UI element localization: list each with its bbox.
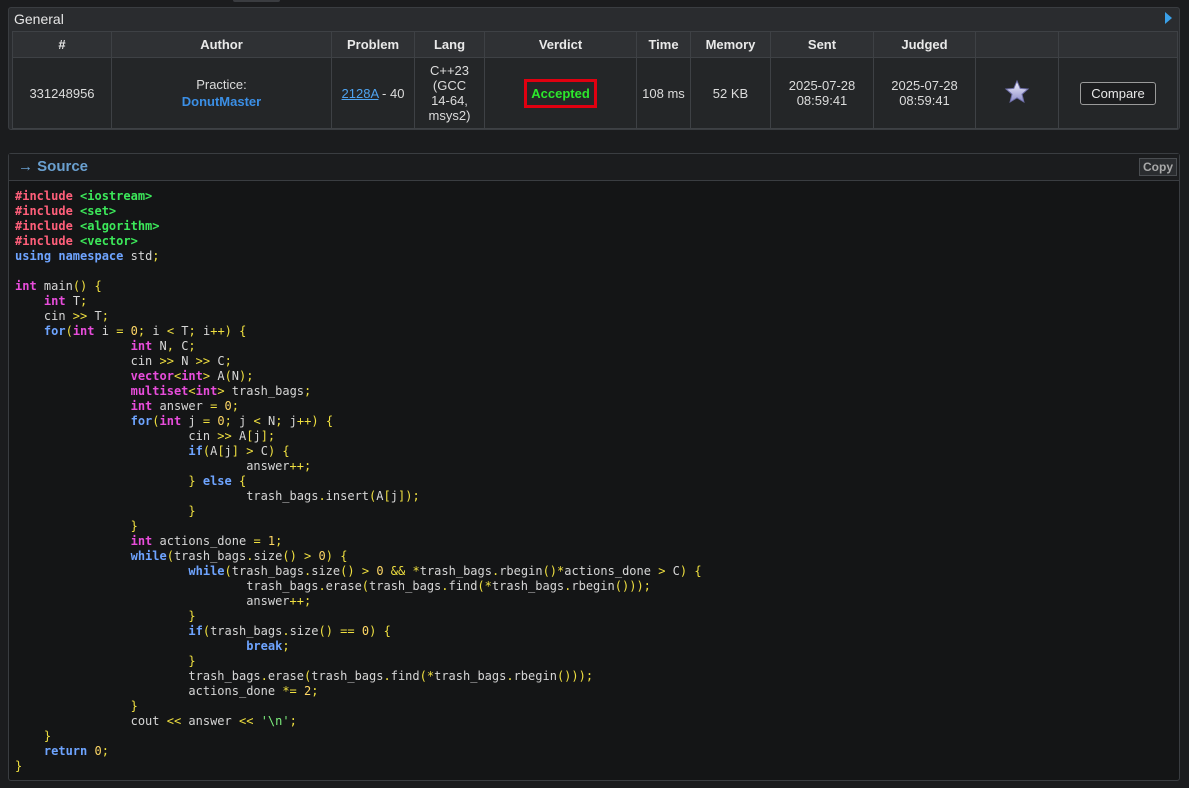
judged-date: 2025-07-28 [891, 78, 958, 93]
memory-cell: 52 KB [690, 57, 771, 129]
col-compare [1058, 31, 1178, 58]
col-verdict: Verdict [484, 31, 637, 58]
sent-date: 2025-07-28 [788, 78, 856, 93]
lang-line: (GCC [432, 78, 467, 93]
star-icon[interactable] [1004, 79, 1030, 105]
col-judged: Judged [873, 31, 976, 58]
copy-button[interactable]: Copy [1139, 158, 1177, 176]
submission-table: # Author Problem Lang Verdict Time Memor… [12, 31, 1178, 129]
problem-suffix: - 40 [378, 85, 405, 101]
verdict-badge: Accepted [524, 78, 597, 108]
judged-time: 08:59:41 [899, 93, 950, 108]
author-cell: Practice: DonutMaster [111, 57, 332, 129]
general-title: General [14, 11, 64, 27]
col-favorite [975, 31, 1059, 58]
lang-line: 14-64, [431, 93, 468, 108]
col-problem: Problem [331, 31, 415, 58]
top-tab-indicator [233, 0, 280, 2]
compare-button[interactable]: Compare [1080, 81, 1156, 105]
source-title[interactable]: → Source [18, 158, 88, 175]
source-panel: → Source Copy #include <iostream> #inclu… [8, 153, 1180, 781]
source-header: → Source Copy [9, 154, 1179, 181]
problem-link[interactable]: 2128A [342, 86, 379, 101]
col-lang: Lang [414, 31, 485, 58]
compare-cell: Compare [1058, 57, 1178, 129]
col-sent: Sent [770, 31, 874, 58]
sent-cell: 2025-07-28 08:59:41 [770, 57, 874, 129]
author-link[interactable]: DonutMaster [112, 94, 331, 109]
submission-id: 331248956 [12, 57, 112, 129]
problem-cell: 2128A - 40 [331, 57, 415, 129]
col-author: Author [111, 31, 332, 58]
source-code[interactable]: #include <iostream> #include <set> #incl… [15, 189, 702, 774]
judged-cell: 2025-07-28 08:59:41 [873, 57, 976, 129]
general-panel: General # Author Problem Lang Verdict Ti… [8, 7, 1180, 130]
favorite-cell [975, 57, 1059, 129]
source-title-label: Source [37, 158, 89, 175]
col-time: Time [636, 31, 691, 58]
col-id: # [12, 31, 112, 58]
expand-arrow-icon[interactable] [1165, 12, 1172, 24]
lang-line: msys2) [428, 108, 471, 123]
sent-time: 08:59:41 [796, 93, 848, 108]
table-row: 331248956 Practice: DonutMaster 2128A - … [12, 57, 1178, 129]
arrow-right-icon: → [18, 158, 33, 175]
col-memory: Memory [690, 31, 771, 58]
time-cell: 108 ms [636, 57, 691, 129]
lang-line: C++23 [429, 63, 470, 78]
author-prefix: Practice: [196, 77, 247, 92]
table-header-row: # Author Problem Lang Verdict Time Memor… [12, 31, 1178, 58]
verdict-cell: Accepted [484, 57, 637, 129]
lang-cell: C++23 (GCC 14-64, msys2) [414, 57, 485, 129]
